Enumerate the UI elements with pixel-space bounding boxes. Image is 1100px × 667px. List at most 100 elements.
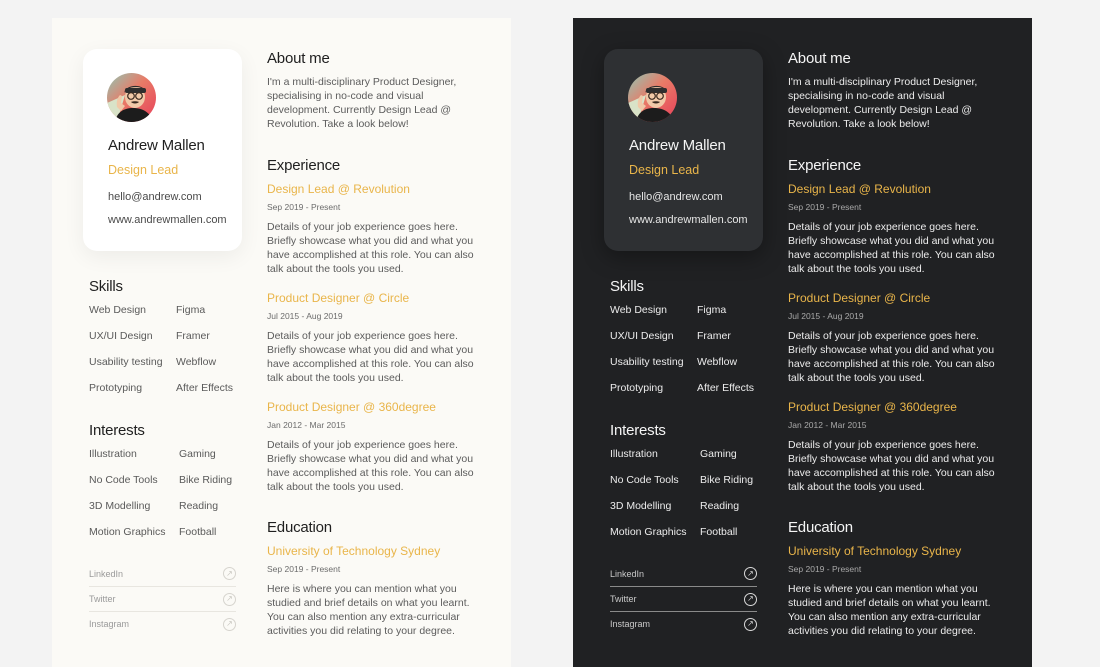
profile-email-link[interactable]: hello@andrew.com bbox=[108, 191, 202, 203]
about-text: I'm a multi-disciplinary Product Designe… bbox=[267, 76, 457, 130]
social-link-instagram[interactable]: Instagram ↗ bbox=[610, 611, 757, 636]
interests-heading: Interests bbox=[89, 422, 145, 439]
skill-item: After Effects bbox=[697, 382, 754, 394]
arrow-up-right-circle-icon: ↗ bbox=[744, 617, 757, 631]
skill-item: UX/UI Design bbox=[89, 330, 153, 342]
skill-item: Figma bbox=[176, 304, 206, 316]
skill-item: After Effects bbox=[176, 382, 233, 394]
job-title: Product Designer @ 360degree bbox=[267, 400, 436, 414]
interest-item: Reading bbox=[700, 500, 740, 512]
social-link-label: LinkedIn bbox=[89, 568, 124, 579]
interests-list: Illustration Gaming No Code Tools Bike R… bbox=[89, 447, 259, 539]
profile-website-link[interactable]: www.andrewmallen.com bbox=[629, 214, 748, 226]
education-school: University of Technology Sydney bbox=[788, 544, 962, 558]
profile-name: Andrew Mallen bbox=[108, 137, 205, 154]
skill-item: Figma bbox=[697, 304, 727, 316]
job-description: Details of your job experience goes here… bbox=[788, 221, 995, 275]
social-links: LinkedIn ↗ Twitter ↗ Instagram ↗ bbox=[610, 561, 757, 636]
arrow-up-right-circle-icon: ↗ bbox=[744, 567, 757, 580]
interest-item: Bike Riding bbox=[179, 474, 233, 486]
interest-item: No Code Tools bbox=[610, 474, 679, 486]
education-heading: Education bbox=[788, 519, 853, 536]
skills-heading: Skills bbox=[610, 278, 644, 295]
education-description: Here is where you can mention what you s… bbox=[267, 583, 470, 637]
interest-item: Illustration bbox=[610, 448, 658, 460]
avatar bbox=[107, 73, 156, 122]
education-description: Here is where you can mention what you s… bbox=[788, 583, 991, 637]
education-school: University of Technology Sydney bbox=[267, 544, 441, 558]
interest-item: Motion Graphics bbox=[89, 526, 166, 538]
experience-heading: Experience bbox=[267, 157, 341, 174]
skills-list: Web Design Figma UX/UI Design Framer Usa… bbox=[610, 303, 777, 395]
skill-item: UX/UI Design bbox=[610, 330, 674, 342]
skill-item: Framer bbox=[176, 330, 210, 342]
job-description: Details of your job experience goes here… bbox=[267, 221, 474, 275]
job-title: Design Lead @ Revolution bbox=[788, 182, 931, 196]
interest-item: Football bbox=[700, 526, 738, 538]
experience-heading: Experience bbox=[788, 157, 862, 174]
arrow-up-right-circle-icon: ↗ bbox=[223, 617, 236, 631]
social-link-label: Instagram bbox=[610, 619, 651, 629]
skills-heading: Skills bbox=[89, 278, 123, 295]
about-text: I'm a multi-disciplinary Product Designe… bbox=[788, 76, 978, 130]
social-link-label: LinkedIn bbox=[610, 568, 645, 579]
education-heading: Education bbox=[267, 519, 332, 536]
job-description: Details of your job experience goes here… bbox=[267, 439, 474, 493]
social-link-label: Instagram bbox=[89, 619, 130, 629]
social-link-twitter[interactable]: Twitter ↗ bbox=[610, 586, 757, 611]
job-dates: Jul 2015 - Aug 2019 bbox=[267, 311, 343, 321]
profile-email-link[interactable]: hello@andrew.com bbox=[629, 191, 723, 203]
interests-heading: Interests bbox=[610, 422, 666, 439]
job-description: Details of your job experience goes here… bbox=[267, 330, 474, 384]
avatar-memoji-icon bbox=[628, 73, 677, 122]
skill-item: Usability testing bbox=[610, 356, 684, 368]
job-description: Details of your job experience goes here… bbox=[788, 330, 995, 384]
education-dates: Sep 2019 - Present bbox=[788, 564, 862, 574]
interest-item: Gaming bbox=[700, 448, 737, 460]
skill-item: Webflow bbox=[176, 356, 217, 368]
social-link-linkedin[interactable]: LinkedIn ↗ bbox=[610, 561, 757, 586]
arrow-up-right-circle-icon: ↗ bbox=[223, 592, 236, 606]
skill-item: Webflow bbox=[697, 356, 738, 368]
interest-item: Illustration bbox=[89, 448, 137, 460]
job-description: Details of your job experience goes here… bbox=[788, 439, 995, 493]
skill-item: Usability testing bbox=[89, 356, 163, 368]
job-title: Design Lead @ Revolution bbox=[267, 182, 410, 196]
job-title: Product Designer @ Circle bbox=[788, 291, 931, 305]
job-dates: Sep 2019 - Present bbox=[267, 202, 341, 212]
arrow-up-right-circle-icon: ↗ bbox=[744, 592, 757, 606]
about-heading: About me bbox=[788, 50, 851, 67]
interest-item: Football bbox=[179, 526, 217, 538]
job-dates: Jul 2015 - Aug 2019 bbox=[788, 311, 864, 321]
social-link-twitter[interactable]: Twitter ↗ bbox=[89, 586, 236, 611]
education-dates: Sep 2019 - Present bbox=[267, 564, 341, 574]
avatar bbox=[628, 73, 677, 122]
profile-card: Andrew Mallen Design Lead hello@andrew.c… bbox=[83, 49, 242, 251]
skills-list: Web Design Figma UX/UI Design Framer Usa… bbox=[89, 303, 256, 395]
arrow-up-right-circle-icon: ↗ bbox=[223, 567, 236, 580]
interests-list: Illustration Gaming No Code Tools Bike R… bbox=[610, 447, 780, 539]
interest-item: 3D Modelling bbox=[89, 500, 151, 512]
profile-role: Design Lead bbox=[108, 163, 179, 177]
resume-light-theme: Andrew Mallen Design Lead hello@andrew.c… bbox=[52, 18, 511, 667]
interest-item: Bike Riding bbox=[700, 474, 754, 486]
skill-item: Web Design bbox=[610, 304, 668, 316]
interest-item: No Code Tools bbox=[89, 474, 158, 486]
profile-name: Andrew Mallen bbox=[629, 137, 726, 154]
profile-website-link[interactable]: www.andrewmallen.com bbox=[108, 214, 227, 226]
profile-card: Andrew Mallen Design Lead hello@andrew.c… bbox=[604, 49, 763, 251]
social-link-label: Twitter bbox=[89, 594, 116, 604]
skill-item: Prototyping bbox=[610, 382, 664, 394]
job-title: Product Designer @ Circle bbox=[267, 291, 410, 305]
about-heading: About me bbox=[267, 50, 330, 67]
social-link-label: Twitter bbox=[610, 594, 637, 604]
social-link-linkedin[interactable]: LinkedIn ↗ bbox=[89, 561, 236, 586]
job-dates: Jan 2012 - Mar 2015 bbox=[788, 420, 867, 430]
avatar-memoji-icon bbox=[107, 73, 156, 122]
social-link-instagram[interactable]: Instagram ↗ bbox=[89, 611, 236, 636]
profile-role: Design Lead bbox=[629, 163, 700, 177]
resume-dark-theme: Andrew Mallen Design Lead hello@andrew.c… bbox=[573, 18, 1032, 667]
job-dates: Sep 2019 - Present bbox=[788, 202, 862, 212]
job-dates: Jan 2012 - Mar 2015 bbox=[267, 420, 346, 430]
interest-item: Reading bbox=[179, 500, 219, 512]
